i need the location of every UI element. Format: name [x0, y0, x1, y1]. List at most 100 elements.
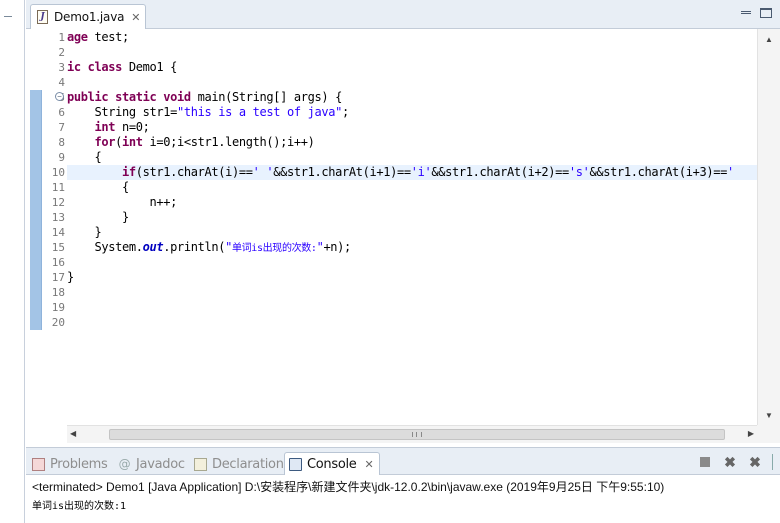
code-line-8: for(int i=0;i<str1.length();i++) — [67, 135, 757, 150]
code-line-6: String str1="this is a test of java"; — [67, 105, 757, 120]
console-status-line: <terminated> Demo1 [Java Application] D:… — [32, 480, 665, 494]
code-line-10-current: if(str1.charAt(i)==' '&&str1.charAt(i+1)… — [67, 165, 757, 180]
scroll-right-icon[interactable]: ▶ — [748, 429, 754, 438]
vertical-scrollbar[interactable]: ▲ ▼ — [757, 29, 780, 425]
code-line-15: System.out.println("单词is出现的次数:"+n); — [67, 240, 757, 255]
code-string: 单词is出现的次数: — [232, 243, 317, 254]
close-icon[interactable]: ✕ — [365, 458, 374, 471]
code-line-11: { — [67, 180, 129, 194]
selection-range-indicator — [30, 90, 42, 330]
code-line-12: n++; — [67, 195, 177, 209]
code-text: +n); — [323, 240, 351, 254]
code-line-9: { — [67, 150, 102, 164]
scroll-up-icon[interactable]: ▲ — [765, 35, 773, 44]
code-line-5: public static void main(String[] args) { — [67, 90, 757, 105]
code-text: ; — [342, 105, 349, 119]
line-number: 9 — [58, 151, 65, 164]
code-text: System. — [67, 240, 143, 254]
code-keyword: int — [67, 120, 116, 134]
line-number: 19 — [51, 301, 65, 314]
line-number: 10 — [51, 166, 65, 179]
code-text: ( — [115, 135, 122, 149]
line-number: 13 — [51, 211, 65, 224]
code-editor[interactable]: 1 2 3 4 5 6 7 8 9 10 11 12 13 14 15 16 1… — [26, 29, 780, 443]
fold-collapse-icon[interactable]: − — [55, 92, 64, 101]
code-text: (str1.charAt(i)== — [135, 165, 253, 179]
code-string: "this is a test of java" — [177, 105, 342, 119]
code-text: &&str1.charAt(i+3)== — [589, 165, 728, 179]
code-string: ' ' — [252, 165, 274, 179]
line-number: 20 — [51, 316, 65, 329]
code-text: &&str1.charAt(i+2)== — [431, 165, 569, 179]
console-icon — [289, 458, 302, 471]
code-text: main(String[] args) { — [190, 90, 343, 104]
remove-launch-icon[interactable]: ✖ — [722, 454, 738, 470]
panel-tab-bar: Problems @ Javadoc Declaration Console ✕… — [26, 447, 780, 476]
maximize-button[interactable] — [760, 8, 772, 18]
code-line-7: int n=0; — [67, 120, 757, 135]
line-number: 12 — [51, 196, 65, 209]
horizontal-scroll-thumb[interactable] — [109, 429, 725, 440]
remove-all-terminated-icon[interactable]: ✖ — [747, 454, 763, 470]
line-number: 1 — [58, 31, 65, 44]
code-line-3: ic class Demo1 { — [67, 60, 757, 75]
tab-label: Console — [307, 457, 357, 472]
editor-tab-label: Demo1.java — [54, 10, 125, 24]
line-number: 7 — [58, 121, 65, 134]
code-text-area[interactable]: age test; ic class Demo1 { public static… — [67, 29, 757, 425]
tab-console[interactable]: Console ✕ — [284, 452, 381, 476]
minimize-mark — [4, 16, 12, 17]
code-text: i=0;i<str1.length();i++) — [142, 135, 315, 149]
code-keyword: ic class — [67, 60, 122, 74]
horizontal-scrollbar[interactable]: ◀ ▶ — [67, 425, 757, 443]
code-line-1: age test; — [67, 30, 757, 45]
problems-icon — [32, 457, 45, 471]
scroll-left-icon[interactable]: ◀ — [70, 429, 76, 438]
console-toolbar: ✖ ✖ — [688, 454, 780, 470]
terminate-icon[interactable] — [697, 454, 713, 470]
code-keyword: public static void — [67, 90, 191, 104]
scroll-down-icon[interactable]: ▼ — [765, 411, 773, 420]
code-keyword: int — [122, 135, 143, 149]
tab-label: Javadoc — [136, 456, 185, 472]
code-string: " — [225, 240, 232, 254]
minimize-button[interactable] — [740, 8, 752, 18]
scrollbar-corner — [757, 425, 780, 443]
code-static-field: out — [142, 240, 164, 254]
code-line-17: } — [67, 270, 74, 284]
tab-problems[interactable]: Problems — [32, 452, 108, 476]
editor-tab-bar: J Demo1.java ✕ — [26, 0, 780, 29]
tab-label: Declaration — [212, 456, 284, 472]
close-icon[interactable]: ✕ — [131, 11, 140, 24]
line-number: 2 — [58, 46, 65, 59]
editor-tab-demo1[interactable]: J Demo1.java ✕ — [30, 4, 146, 29]
toolbar-separator — [772, 454, 780, 470]
line-number: 17 — [51, 271, 65, 284]
line-number: 8 — [58, 136, 65, 149]
tab-label: Problems — [50, 456, 108, 472]
code-text: n=0; — [115, 120, 150, 134]
console-view[interactable]: <terminated> Demo1 [Java Application] D:… — [26, 475, 780, 523]
line-number-ruler: 1 2 3 4 5 6 7 8 9 10 11 12 13 14 15 16 1… — [42, 29, 66, 330]
line-number: 16 — [51, 256, 65, 269]
code-text: Demo1 { — [122, 60, 177, 74]
javadoc-icon: @ — [118, 456, 131, 471]
declaration-icon — [194, 457, 207, 471]
line-number: 18 — [51, 286, 65, 299]
code-string: 's' — [568, 165, 590, 179]
console-output-line: 单词is出现的次数:1 — [32, 501, 127, 512]
tab-declaration[interactable]: Declaration — [194, 452, 284, 476]
code-keyword: if — [67, 165, 136, 179]
line-number: 6 — [58, 106, 65, 119]
tab-javadoc[interactable]: @ Javadoc — [118, 452, 185, 476]
grip-icon — [412, 432, 422, 437]
code-string: 'i' — [410, 165, 432, 179]
code-line-13: } — [67, 210, 129, 224]
line-number: 15 — [51, 241, 65, 254]
code-text: test; — [87, 30, 129, 44]
left-view-strip — [0, 0, 25, 523]
